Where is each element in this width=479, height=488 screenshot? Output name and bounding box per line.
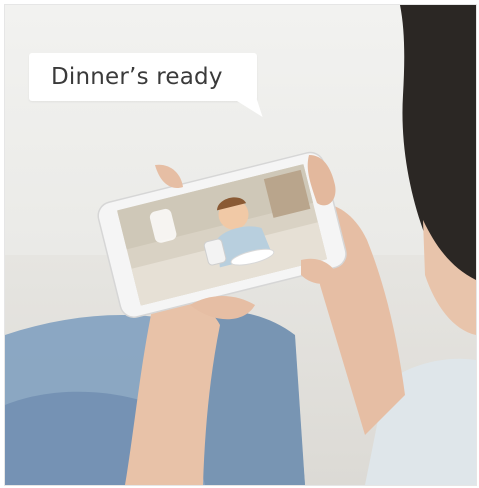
photo-frame: Dinner’s ready: [4, 4, 477, 486]
speech-bubble: Dinner’s ready: [29, 53, 257, 101]
speech-bubble-text: Dinner’s ready: [51, 64, 223, 90]
